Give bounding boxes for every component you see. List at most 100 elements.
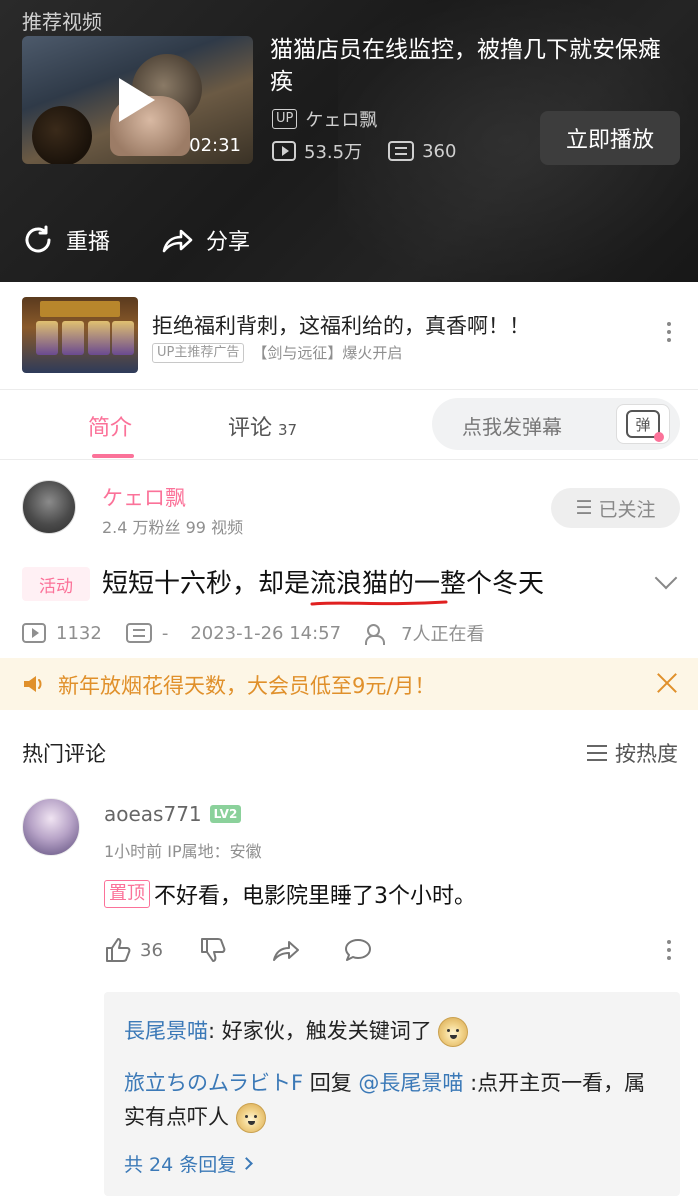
reply-preview-box[interactable]: 長尾景喵: 好家伙，触发关键词了 旅立ちのムラビトF 回复 @長尾景喵 :点开主… (104, 992, 680, 1196)
reply-mention[interactable]: @長尾景喵 (358, 1071, 463, 1095)
sort-label: 按热度 (615, 742, 678, 766)
doge-emoji-icon (438, 1017, 469, 1047)
video-danmaku: - (161, 622, 169, 644)
reply-user[interactable]: 旅立ちのムラビトF (124, 1071, 303, 1095)
danmaku-input[interactable]: 点我发弹幕 弹 (432, 398, 680, 450)
ad-card (62, 321, 84, 355)
share-icon (162, 229, 193, 253)
up-badge: UP (272, 109, 298, 129)
tab-comments-label: 评论 (228, 416, 273, 441)
recommended-title[interactable]: 猫猫店员在线监控，被撸几下就安保瘫痪 (270, 34, 680, 98)
ad-banner[interactable]: 拒绝福利背刺，这福利给的，真香啊！！ UP主推荐广告 【剑与远征】爆火开启 (0, 282, 698, 390)
pinned-badge: 置顶 (104, 880, 150, 908)
commenter-avatar[interactable] (22, 798, 80, 856)
reply-user[interactable]: 長尾景喵 (124, 1019, 208, 1043)
tab-intro[interactable]: 简介 (88, 410, 132, 442)
share-button[interactable]: 分享 (160, 224, 250, 256)
recommended-label: 推荐视频 (22, 10, 102, 34)
danmaku-toggle-button[interactable]: 弹 (616, 404, 670, 444)
dislike-icon[interactable] (199, 936, 229, 964)
video-plays: 1132 (56, 622, 102, 644)
follow-button[interactable]: ☰ 已关注 (551, 488, 680, 528)
video-title: 短短十六秒，却是流浪猫的一整个冬天 (102, 563, 544, 600)
hot-comments-header: 热门评论 (22, 742, 106, 766)
replay-button[interactable]: 重播 (22, 224, 110, 256)
ad-tag: UP主推荐广告 (152, 342, 245, 363)
red-underline-mark (310, 600, 448, 606)
level-badge: LV2 (209, 805, 242, 823)
reply-separator: : (208, 1019, 222, 1043)
like-count: 36 (140, 939, 163, 961)
video-datetime: 2023-1-26 14:57 (190, 622, 342, 644)
commenter-name[interactable]: aoeas771 (104, 802, 202, 826)
ad-card (36, 321, 58, 355)
speaker-icon (24, 676, 42, 692)
like-icon[interactable] (104, 936, 134, 964)
danmaku-count-icon (125, 623, 152, 643)
commenter-name-row: aoeas771 LV2 (104, 802, 242, 826)
view-all-replies[interactable]: 共 24 条回复 (124, 1150, 254, 1177)
video-title-part-a: 短短十六秒，却是 (102, 569, 311, 599)
video-info-row: 1132 - 2023-1-26 14:57 7人正在看 (22, 620, 485, 646)
reply-icon[interactable] (343, 936, 373, 964)
replay-label: 重播 (66, 230, 111, 255)
total-replies-label: 共 24 条回复 (124, 1154, 237, 1176)
chevron-down-icon[interactable] (654, 566, 678, 590)
thumbnail-bottle (32, 106, 92, 164)
list-icon: ☰ (575, 497, 593, 519)
chevron-right-icon (240, 1157, 254, 1170)
notice-text[interactable]: 新年放烟花得天数，大会员低至9元/月！ (58, 670, 435, 700)
ad-title[interactable]: 拒绝福利背刺，这福利给的，真香啊！！ (152, 310, 530, 340)
video-end-screen: 推荐视频 02:31 猫猫店员在线监控，被撸几下就安保瘫痪 UP ケェロ飘 53… (0, 0, 698, 282)
tab-bar: 简介 评论 37 点我发弹幕 弹 (0, 390, 698, 460)
ad-card (88, 321, 110, 355)
recommended-uploader: ケェロ飘 (305, 110, 378, 131)
video-title-part-b: 流浪猫的 (310, 569, 415, 599)
comment-actions: 36 (104, 936, 379, 964)
video-duration: 02:31 (189, 135, 241, 156)
ad-card (112, 321, 134, 355)
vip-notice-bar[interactable]: 新年放烟花得天数，大会员低至9元/月！ (0, 658, 698, 710)
danmaku-count-icon (388, 141, 415, 161)
views-icon (22, 623, 46, 643)
recommended-views: 53.5万 (304, 142, 363, 163)
uploader-name[interactable]: ケェロ飘 (102, 482, 186, 512)
viewers-icon (365, 623, 391, 645)
ad-game: 【剑与远征】爆火开启 (252, 344, 403, 362)
replay-icon (25, 225, 51, 253)
recommended-danmaku: 360 (422, 140, 457, 162)
uploader-row: ケェロ飘 2.4 万粉丝 99 视频 ☰ 已关注 (0, 460, 698, 552)
more-vertical-icon[interactable] (666, 940, 672, 968)
ad-subline: UP主推荐广告 【剑与远征】爆火开启 (152, 342, 402, 363)
views-icon (272, 141, 296, 161)
share-label: 分享 (206, 230, 251, 255)
more-vertical-icon[interactable] (666, 322, 672, 350)
danmaku-placeholder: 点我发弹幕 (462, 415, 562, 439)
recommended-stats: 53.5万 360 (272, 138, 456, 164)
activity-tag[interactable]: 活动 (22, 567, 90, 601)
reply-item[interactable]: 旅立ちのムラビトF 回复 @長尾景喵 :点开主页一看，属实有点吓人 (124, 1066, 664, 1134)
play-triangle-icon[interactable] (119, 78, 155, 122)
danmaku-icon: 弹 (626, 410, 664, 442)
ad-thumbnail[interactable] (22, 297, 138, 373)
watching-count: 7人正在看 (401, 624, 485, 645)
play-now-button[interactable]: 立即播放 (540, 111, 680, 165)
comment-body[interactable]: 置顶 不好看，电影院里睡了3个小时。 (104, 878, 476, 910)
reply-mid: 回复 (303, 1071, 359, 1095)
comment-text: 不好看，电影院里睡了3个小时。 (154, 884, 476, 909)
sort-button[interactable]: 按热度 (587, 738, 678, 768)
follow-label: 已关注 (598, 498, 656, 521)
forward-icon[interactable] (271, 936, 301, 964)
reply-item[interactable]: 長尾景喵: 好家伙，触发关键词了 (124, 1014, 664, 1048)
video-title-row[interactable]: 活动 短短十六秒，却是流浪猫的一整个冬天 (0, 556, 698, 612)
tab-comments[interactable]: 评论 37 (228, 410, 297, 442)
uploader-avatar[interactable] (22, 480, 76, 534)
sort-icon (587, 745, 607, 761)
close-icon[interactable] (654, 670, 680, 696)
doge-emoji-icon (235, 1103, 266, 1133)
reply-text: 好家伙，触发关键词了 (221, 1019, 432, 1043)
recommended-thumbnail[interactable]: 02:31 (22, 36, 253, 164)
video-title-part-c: 一整个冬天 (414, 569, 545, 599)
tab-comments-count: 37 (278, 421, 298, 439)
ad-thumbnail-banner (40, 301, 120, 317)
